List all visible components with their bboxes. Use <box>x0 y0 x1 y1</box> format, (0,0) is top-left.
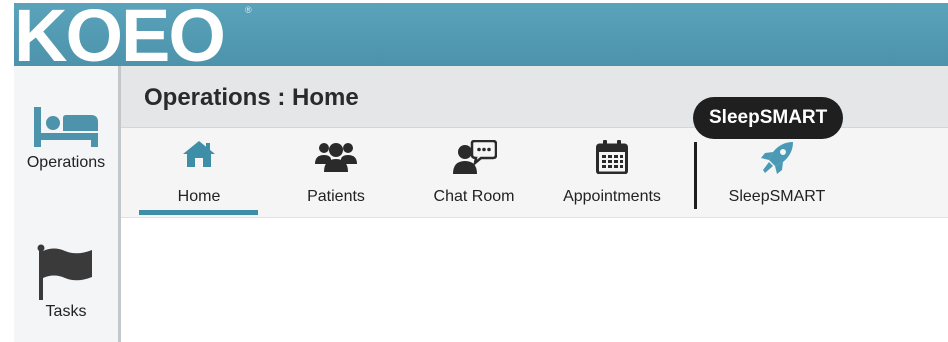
tab-appointments[interactable]: Appointments <box>549 128 675 216</box>
users-icon <box>315 143 357 172</box>
tab-label: Patients <box>307 188 365 205</box>
calendar-icon <box>596 140 628 174</box>
page-title: Operations : Home <box>144 84 359 111</box>
logo-text: KOEO <box>14 1 224 65</box>
active-tab-indicator <box>139 210 258 215</box>
rocket-icon <box>761 142 793 174</box>
module-nav: Home Patients Chat Room Appointments Sle… <box>121 128 948 218</box>
tab-patients[interactable]: Patients <box>278 128 394 216</box>
nav-divider <box>694 142 697 209</box>
tab-label: Home <box>177 188 221 205</box>
tooltip: SleepSMART <box>693 97 844 139</box>
flag-icon <box>37 244 92 300</box>
content-area <box>124 219 948 342</box>
sidebar-item-operations[interactable]: Operations <box>14 104 118 172</box>
sidebar-item-label: Operations <box>26 154 106 171</box>
sidebar-item-label: Tasks <box>45 303 87 320</box>
tab-chat-room[interactable]: Chat Room <box>414 128 534 216</box>
sidebar: Operations Tasks <box>14 66 121 342</box>
bed-icon <box>34 107 98 147</box>
home-icon <box>183 141 215 167</box>
sidebar-item-tasks[interactable]: Tasks <box>14 244 118 321</box>
tab-label: Appointments <box>563 188 661 205</box>
registered-mark: ® <box>245 5 252 15</box>
koeo-logo[interactable]: KOEO <box>14 1 254 65</box>
tab-sleepsmart[interactable]: SleepSMART <box>717 128 837 216</box>
tab-label: Chat Room <box>433 188 515 205</box>
tab-home[interactable]: Home <box>140 128 258 216</box>
app-header: KOEO ® <box>14 1 948 66</box>
tab-label: SleepSMART <box>728 188 826 205</box>
chat-icon <box>453 140 497 174</box>
